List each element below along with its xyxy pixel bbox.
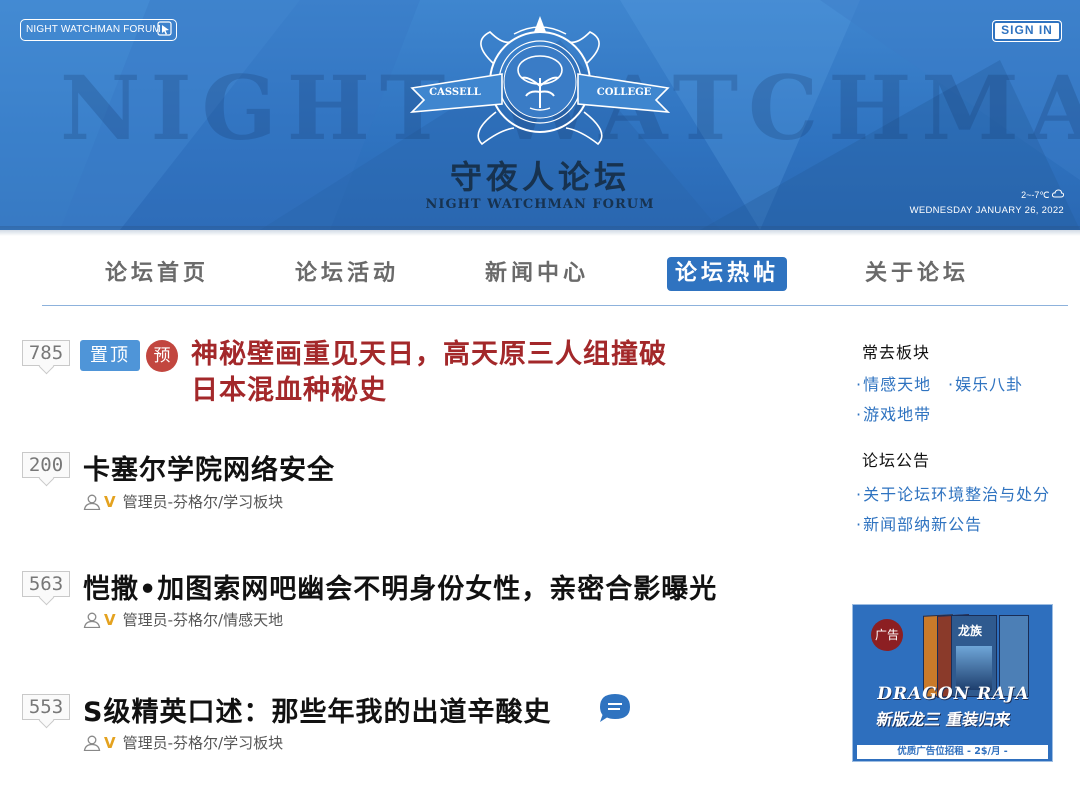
nav-divider [42,305,1068,306]
emblem-right-text: COLLEGE [597,87,652,98]
post-title[interactable]: S级精英口述：那些年我的出道辛酸史 [83,690,551,729]
ad-badge: 广告 [871,619,903,651]
ad-headline: DRAGON RAJA [875,684,1032,704]
post-title[interactable]: 恺撒•加图索网吧幽会不明身份女性，亲密合影曝光 [83,567,717,606]
board-link-gossip[interactable]: 娱乐八卦 [948,371,1023,395]
sign-in-button[interactable]: SIGN IN [992,20,1062,42]
post-title-line1[interactable]: 神秘壁画重见天日，高天原三人组撞破 [191,337,667,373]
announcement-link[interactable]: 新闻部纳新公告 [856,511,982,535]
ad-slogan: 新版龙三 重装归来 [875,710,1012,729]
ad-banner[interactable]: 龙族 广告 DRAGON RAJA 新版龙三 重装归来 优质广告位招租 - 2$… [852,604,1053,762]
nav-item-hot-posts[interactable]: 论坛热帖 [667,257,788,291]
nav-item-news[interactable]: 新闻中心 [485,257,589,291]
reply-count: 785 [22,340,70,366]
nav-item-home[interactable]: 论坛首页 [105,257,209,291]
emblem-left-text: CASSELL [429,87,481,98]
cloud-icon [1051,189,1065,198]
banner-shadow [0,226,1080,236]
chat-bubble-icon [600,694,630,722]
header-banner: NIGHT WATCHMAN NIGHT WATCHMAN FORUM SIGN… [0,0,1080,230]
reply-count: 553 [22,694,70,720]
forum-badge-label: NIGHT WATCHMAN FORUM [26,24,161,35]
weather-text: 2~-7℃ [1021,190,1050,200]
announcement-link[interactable]: 关于论坛环境整治与处分 [856,481,1050,505]
reply-count: 563 [22,571,70,597]
verified-badge: V [104,611,116,629]
frequent-boards-heading: 常去板块 [862,343,931,362]
reply-count: 200 [22,452,70,478]
user-icon [83,612,101,628]
post-author[interactable]: 管理员-芬格尔/情感天地 [123,611,283,629]
book-title: 龙族 [958,624,983,638]
verified-badge: V [104,493,116,511]
post-title-line2[interactable]: 日本混血种秘史 [191,373,387,409]
post-meta: V 管理员-芬格尔/学习板块 [83,491,283,512]
user-icon [83,735,101,751]
forum-badge[interactable]: NIGHT WATCHMAN FORUM [20,19,177,41]
announcements-heading: 论坛公告 [862,451,931,470]
post-meta: V 管理员-芬格尔/学习板块 [83,732,283,753]
cursor-icon [157,21,172,36]
user-icon [83,494,101,510]
forum-subtitle: NIGHT WATCHMAN FORUM [425,197,655,212]
post-title[interactable]: 卡塞尔学院网络安全 [83,448,335,487]
current-date: WEDNESDAY JANUARY 26, 2022 [909,205,1064,216]
verified-badge: V [104,734,116,752]
pinned-badge: 置顶 [80,340,140,371]
ad-footer: 优质广告位招租 - 2$/月 - [857,745,1048,759]
nav-item-activities[interactable]: 论坛活动 [295,257,399,291]
board-link-games[interactable]: 游戏地带 [856,401,931,425]
nav-item-about[interactable]: 关于论坛 [865,257,969,291]
post-author[interactable]: 管理员-芬格尔/学习板块 [123,734,283,752]
post-meta: V 管理员-芬格尔/情感天地 [83,609,283,630]
cassell-college-emblem: CASSELL COLLEGE [410,16,670,146]
forum-title: 守夜人论坛 [449,158,630,196]
post-author[interactable]: 管理员-芬格尔/学习板块 [123,493,283,511]
board-link-emotion[interactable]: 情感天地 [856,371,931,395]
preview-badge: 预 [146,340,178,372]
weather-widget: 2~-7℃ [1021,189,1065,201]
